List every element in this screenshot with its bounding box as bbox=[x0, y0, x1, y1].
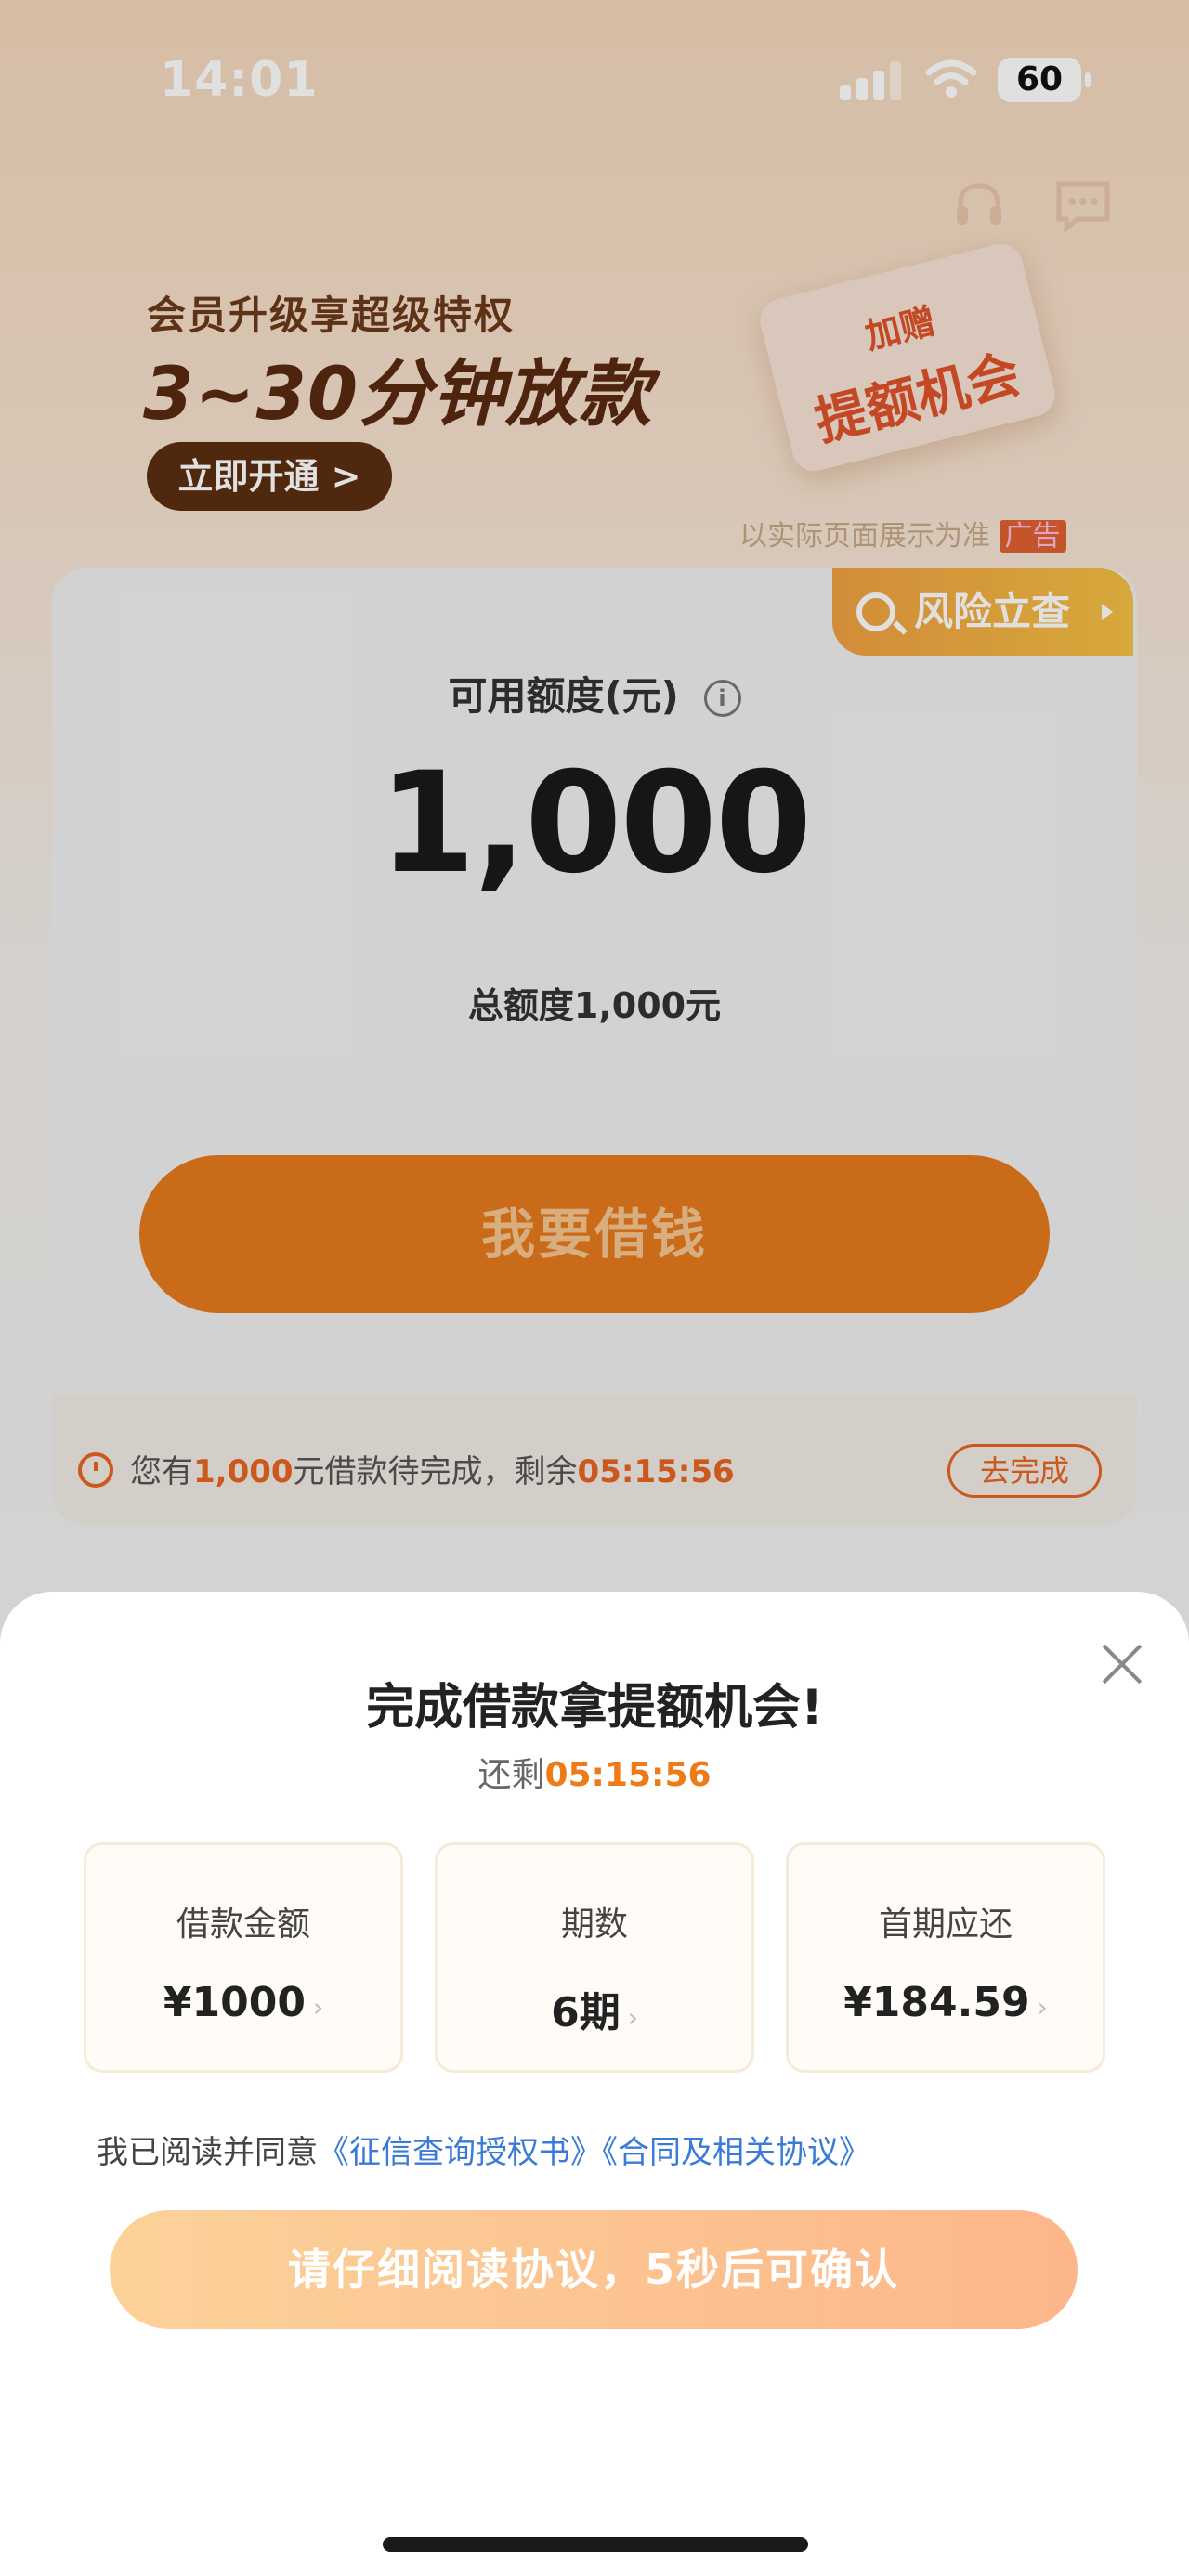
first-payment-label: 首期应还 bbox=[878, 1906, 1013, 1944]
loan-amount-value: ¥1000 bbox=[163, 1979, 306, 2026]
term-value: 6期 bbox=[551, 1989, 621, 2036]
confirm-button[interactable]: 请仔细阅读协议，5秒后可确认 bbox=[110, 2210, 1078, 2329]
chevron-right-icon: › bbox=[627, 2002, 638, 2033]
loan-amount-box[interactable]: 借款金额 ¥1000 › bbox=[84, 1842, 403, 2073]
sheet-countdown: 还剩05:15:56 bbox=[0, 1748, 1189, 1796]
bottom-sheet bbox=[0, 1592, 1189, 2576]
term-box[interactable]: 期数 6期 › bbox=[435, 1842, 754, 2073]
remain-time: 05:15:56 bbox=[544, 1756, 712, 1794]
credit-auth-link[interactable]: 《征信查询授权书》 bbox=[318, 2134, 602, 2171]
first-payment-box[interactable]: 首期应还 ¥184.59 › bbox=[786, 1842, 1105, 2073]
first-payment-value: ¥184.59 bbox=[843, 1979, 1030, 2026]
sheet-title: 完成借款拿提额机会! bbox=[366, 1680, 823, 1736]
agreement-line: 我已阅读并同意《征信查询授权书》《合同及相关协议》 bbox=[97, 2127, 870, 2172]
agree-prefix: 我已阅读并同意 bbox=[97, 2134, 318, 2171]
remain-label: 还剩 bbox=[477, 1756, 545, 1794]
term-label: 期数 bbox=[560, 1906, 628, 1944]
chevron-right-icon: › bbox=[312, 1992, 324, 2023]
home-indicator[interactable] bbox=[383, 2537, 808, 2552]
chevron-right-icon: › bbox=[1037, 1992, 1048, 2023]
contract-link[interactable]: 《合同及相关协议》 bbox=[602, 2134, 870, 2171]
loan-amount-label: 借款金额 bbox=[176, 1906, 310, 1944]
